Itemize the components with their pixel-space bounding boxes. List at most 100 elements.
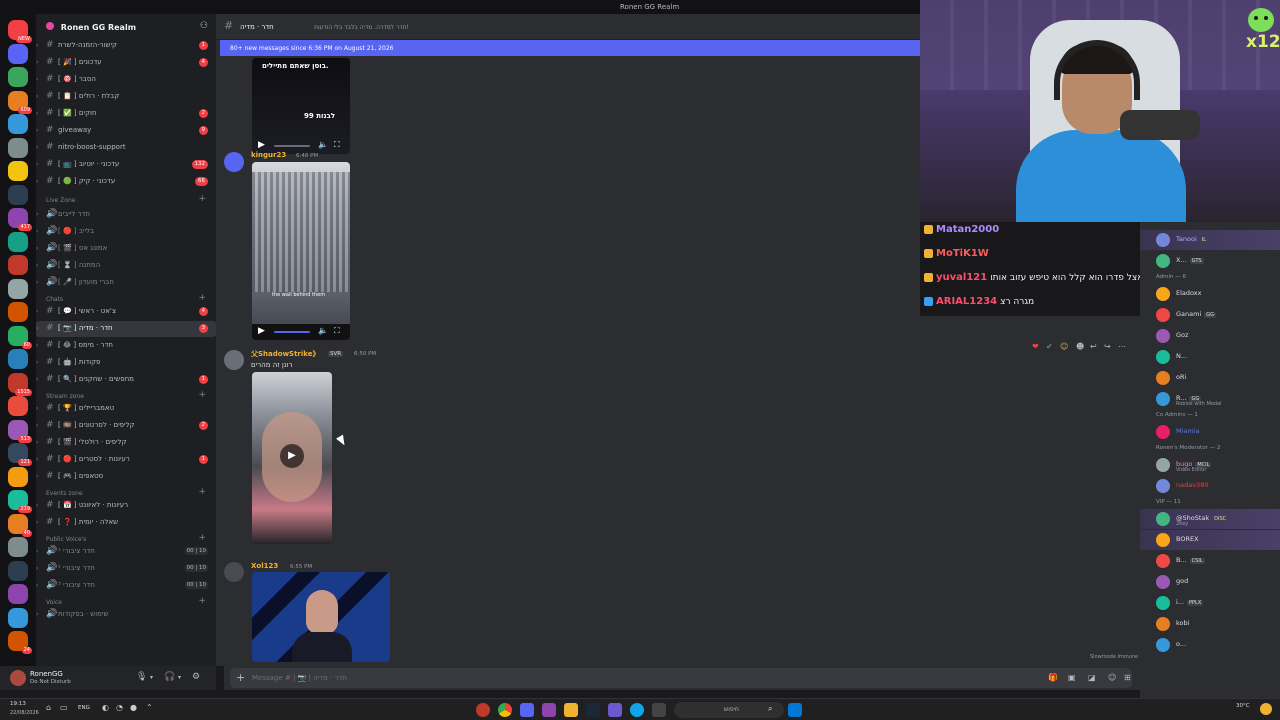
headphones-icon[interactable]: 🎧 (164, 672, 175, 682)
channel-item[interactable]: › 🔊 חדר לייבים (36, 207, 216, 223)
server-icon[interactable]: 24 (8, 631, 32, 654)
server-icon[interactable]: 121 (8, 443, 32, 466)
message-author[interactable]: 父ShadowStrike》 (251, 349, 320, 359)
message-input[interactable] (252, 672, 1012, 684)
server-icon[interactable] (8, 302, 28, 322)
apps-icon[interactable]: ⊞ (1124, 673, 1131, 682)
video-progress[interactable] (274, 331, 310, 333)
channel-item[interactable]: › # [ 🔍 ] מחפשים · שחקנים 1 (36, 372, 216, 388)
video-attachment[interactable]: ▶ (252, 372, 332, 544)
volume-icon[interactable]: 🔈 (318, 140, 328, 149)
server-icon[interactable] (8, 114, 28, 134)
channel-item[interactable]: › # קישור-הזמנה-לשרת 1 (36, 38, 216, 54)
video-progress[interactable] (274, 145, 310, 147)
server-icon[interactable]: 513 (8, 419, 32, 443)
server-icon[interactable] (8, 278, 28, 299)
channel-item[interactable]: › # [ 🟢 ] עדכוני · קיק 66 (36, 174, 216, 190)
forward-icon[interactable]: ↪ (1104, 342, 1111, 351)
video-attachment[interactable]: the wall behind them ▶ 🔈 ⛶ (252, 162, 350, 340)
server-header[interactable]: Ronen GG Realm ⚇ (36, 14, 216, 40)
chevron-up-icon[interactable]: ⌃ (146, 703, 153, 712)
channel-topic[interactable]: חדר לסדרה. מדיה בלבד בלי הודעות! (314, 24, 409, 31)
message-author[interactable]: Xol123 (251, 562, 278, 570)
video-attachment[interactable]: בוסן שאתם מתיילים. 99 לבנות ▶ 🔈 ⛶ (252, 58, 350, 154)
channel-item[interactable]: › 🔊 חדר ציבורי ² 00 | 10 (36, 561, 216, 577)
member-item[interactable]: B... CSIL (1140, 551, 1280, 571)
channel-item[interactable]: › 🔊 שימוש · בפקודות (36, 607, 216, 623)
channel-item[interactable]: › # [ ❓ ] שאלה · יומית (36, 515, 216, 531)
server-icon[interactable]: 219 (8, 490, 32, 513)
add-channel-icon[interactable]: + (198, 194, 206, 204)
steam-icon[interactable] (586, 703, 600, 717)
add-attachment-icon[interactable]: + (236, 671, 245, 684)
category-header[interactable]: Events zone (46, 490, 83, 497)
add-channel-icon[interactable]: + (198, 533, 206, 543)
member-item[interactable]: Miamia (1140, 422, 1280, 442)
chevron-down-icon[interactable]: ▾ (150, 674, 153, 681)
channel-item[interactable]: › # [ 🎬 ] קליפים · רולטלי (36, 435, 216, 451)
member-item[interactable]: nadav380 (1140, 476, 1280, 496)
channel-item[interactable]: › 🔊 חדר ציבורי ³ 00 | 10 (36, 578, 216, 594)
language-indicator[interactable]: ENG (78, 705, 90, 711)
channel-item[interactable]: › 🔊[ 🎬 ] אמונג אס (36, 241, 216, 257)
play-icon[interactable]: ▶ (258, 140, 265, 150)
volume-icon[interactable]: ◐ (102, 703, 109, 712)
channel-item[interactable]: › # [ 😂 ] חדר · מימס (36, 338, 216, 354)
add-channel-icon[interactable]: + (198, 293, 206, 303)
avatar[interactable] (224, 350, 244, 370)
channel-item[interactable]: › # [ 🎮 ] סטאפים (36, 469, 216, 485)
member-item[interactable]: bugo MCIL Video Editor (1140, 455, 1280, 475)
member-item[interactable]: X... GTS (1140, 251, 1280, 271)
fullscreen-icon[interactable]: ⛶ (334, 326, 340, 336)
channel-item[interactable]: › 🔊[ 🔴 ] בלייב (36, 224, 216, 240)
member-item[interactable]: i... PPLX (1140, 593, 1280, 613)
more-icon[interactable]: ⋯ (1118, 342, 1126, 351)
folder-icon[interactable] (564, 703, 578, 717)
member-item[interactable]: Goz (1140, 326, 1280, 346)
channel-item[interactable]: › # [ 📺 ] עדכוני · יוטיוב 132 (36, 157, 216, 173)
weather-widget[interactable]: 30°C (1236, 703, 1250, 709)
add-channel-icon[interactable]: + (198, 596, 206, 606)
server-icon[interactable] (8, 396, 28, 416)
gift-icon[interactable]: 🎁 (1048, 673, 1058, 682)
member-item[interactable]: BOREX (1140, 530, 1280, 550)
new-messages-bar[interactable]: 80+ new messages since 6:36 PM on August… (220, 40, 920, 56)
check-reaction-icon[interactable]: ✔ (1046, 342, 1053, 351)
server-icon[interactable] (8, 255, 28, 275)
category-header[interactable]: Public Voice's (46, 536, 86, 543)
channel-item[interactable]: › # [ 🎞️ ] קליפים · לסרטונים 2 (36, 418, 216, 434)
server-icon[interactable] (8, 584, 28, 604)
play-overlay[interactable]: ▶ (280, 444, 304, 468)
taskbar-search[interactable]: חיפוש ⌕ (674, 702, 784, 718)
channel-item[interactable]: › # [ 🎯 ] הסבר (36, 72, 216, 88)
server-icon[interactable] (8, 560, 28, 581)
server-icon[interactable] (8, 137, 28, 158)
reply-icon[interactable]: ↩ (1090, 342, 1097, 351)
gear-icon[interactable]: ⚙ (192, 672, 200, 682)
wifi-icon[interactable]: ◔ (116, 703, 123, 712)
microphone-icon[interactable]: 🎙 (136, 672, 147, 682)
member-item[interactable]: kobi (1140, 614, 1280, 634)
edge-icon[interactable] (630, 703, 644, 717)
category-header[interactable]: Live Zone (46, 197, 75, 204)
heart-reaction-icon[interactable]: ❤ (1032, 342, 1039, 351)
chevron-down-icon[interactable]: ▾ (178, 674, 181, 681)
avatar[interactable] (224, 152, 244, 172)
discord-icon[interactable] (520, 703, 534, 717)
emoji-icon[interactable]: ☺ (1108, 673, 1116, 682)
add-channel-icon[interactable]: + (198, 390, 206, 400)
channel-item[interactable]: › # [ 📋 ] קבלת · רולים (36, 89, 216, 105)
server-icon[interactable]: NEW (8, 20, 32, 43)
member-item[interactable]: @ShoStak DISC 2Key (1140, 509, 1280, 529)
server-icon[interactable]: 60 (8, 325, 32, 349)
app-icon[interactable] (608, 703, 622, 717)
server-icon[interactable] (8, 67, 28, 87)
fullscreen-icon[interactable]: ⛶ (334, 140, 340, 150)
member-item[interactable]: N... (1140, 347, 1280, 367)
server-icon[interactable] (8, 349, 28, 369)
channel-item[interactable]: › 🔊 חדר ציבורי ¹ 00 | 10 (36, 544, 216, 560)
channel-item[interactable]: › # nitro-boost-support (36, 140, 216, 156)
add-friend-icon[interactable]: ⚇ (200, 21, 208, 31)
chrome-icon[interactable] (498, 703, 512, 717)
emoji-reaction-icon[interactable]: ☺ (1060, 342, 1068, 351)
